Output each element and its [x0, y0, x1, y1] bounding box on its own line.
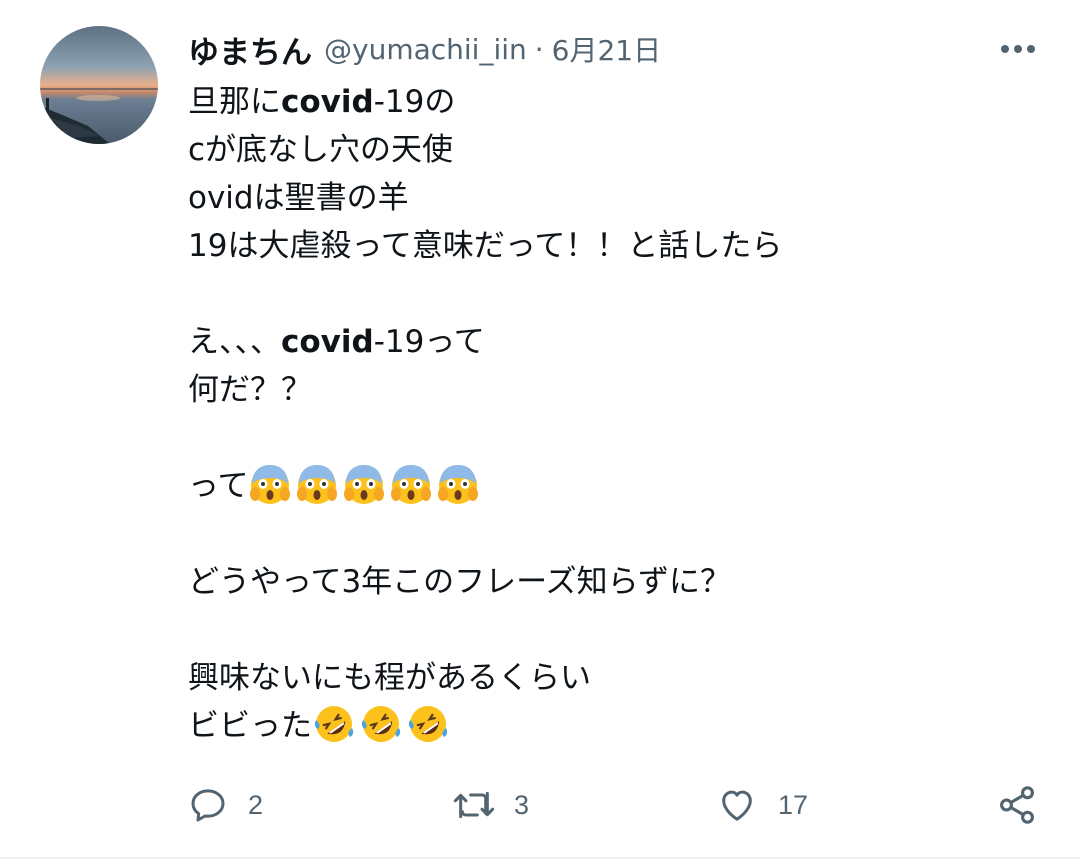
- author-display-name[interactable]: ゆまちん: [188, 27, 312, 72]
- rofl-face-icon: [406, 702, 450, 760]
- text-fragment: -19の: [373, 84, 456, 120]
- bold-term: covid: [281, 324, 374, 360]
- more-options-button[interactable]: [998, 33, 1038, 65]
- reply-button[interactable]: 2: [188, 780, 263, 830]
- tweet-date[interactable]: 6月21日: [552, 29, 661, 69]
- tweet-header: ゆまちん @yumachii_iin · 6月21日: [188, 26, 661, 72]
- text-fragment: -19って: [373, 324, 485, 360]
- action-bar: 2 3 17: [0, 780, 1080, 830]
- retweet-button[interactable]: 3: [452, 780, 529, 830]
- bottom-divider: [0, 857, 1080, 859]
- screaming-face-icon: [436, 462, 480, 520]
- tweet-text: 旦那にcovid-19の cが底なし穴の天使 ovidは聖書の羊 19は大虐殺っ…: [188, 78, 1048, 750]
- tweet-line: ovidは聖書の羊: [188, 180, 409, 216]
- heart-icon: [722, 790, 752, 821]
- tweet-line: 旦那にcovid-19の: [188, 78, 1048, 126]
- screaming-face-icon: [295, 462, 339, 520]
- author-handle[interactable]: @yumachii_iin: [324, 33, 527, 66]
- tweet-line: cが底なし穴の天使: [188, 132, 454, 168]
- text-fragment: って: [188, 468, 249, 504]
- avatar[interactable]: [40, 26, 158, 144]
- screaming-face-icon: [342, 462, 386, 520]
- text-fragment: え、、、: [188, 324, 281, 360]
- reply-count: 2: [248, 789, 264, 820]
- like-button[interactable]: 17: [716, 780, 808, 830]
- screaming-face-icon: [248, 462, 292, 520]
- share-icon: [1000, 786, 1034, 824]
- reply-icon: [191, 789, 225, 822]
- text-fragment: ビビった: [188, 708, 312, 744]
- tweet-line: ビビった: [188, 702, 1048, 750]
- separator-dot: ·: [534, 32, 544, 66]
- screaming-face-icon: [389, 462, 433, 520]
- retweet-count: 3: [514, 789, 530, 820]
- bold-term: covid: [281, 84, 374, 120]
- share-button[interactable]: [996, 780, 1038, 830]
- tweet-line: 19は大虐殺って意味だって！！と話したら: [188, 228, 783, 264]
- tweet-line: え、、、covid-19って: [188, 318, 1048, 366]
- tweet-line: どうやって3年このフレーズ知らずに？: [188, 564, 732, 600]
- retweet-icon: [453, 791, 495, 819]
- text-fragment: 旦那に: [188, 84, 281, 120]
- more-dots-icon: [1001, 45, 1035, 53]
- tweet-line: って: [188, 462, 1048, 510]
- rofl-face-icon: [359, 702, 403, 760]
- like-count: 17: [778, 789, 809, 820]
- tweet-line: 何だ？？: [188, 372, 312, 408]
- tweet-line: 興味ないにも程があるくらい: [188, 660, 591, 696]
- avatar-image: [40, 26, 158, 144]
- rofl-face-icon: [312, 702, 356, 760]
